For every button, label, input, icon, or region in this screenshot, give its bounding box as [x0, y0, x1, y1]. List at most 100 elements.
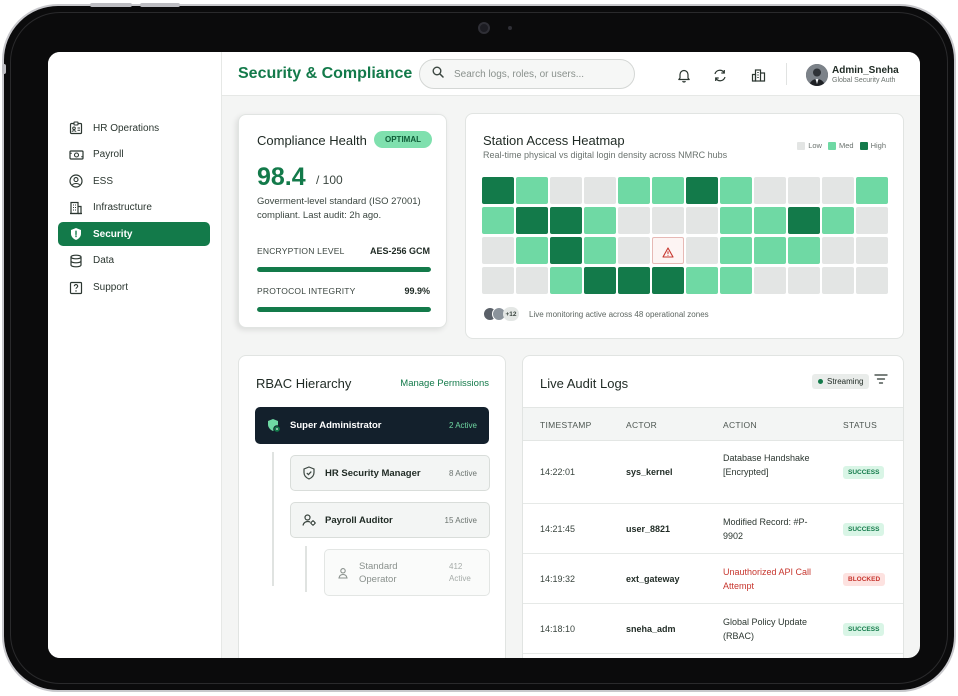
heatmap-cell[interactable]: [482, 267, 514, 294]
heatmap-cell[interactable]: [856, 207, 888, 234]
sidebar-item-security[interactable]: Security: [58, 222, 210, 247]
heatmap-cell[interactable]: [686, 207, 718, 234]
heatmap-cell[interactable]: [516, 267, 548, 294]
log-action: Modified Record: #P-9902: [723, 517, 808, 541]
progress-fill: [257, 267, 431, 272]
heatmap-cell[interactable]: [584, 207, 616, 234]
shield-icon: [68, 226, 84, 242]
heatmap-cell[interactable]: [856, 237, 888, 264]
legend-label: High: [870, 141, 886, 150]
heatmap-cell[interactable]: [754, 207, 786, 234]
role-payroll-auditor[interactable]: Payroll Auditor 15 Active: [290, 502, 490, 538]
table-row[interactable]: 14:18:10 sneha_adm Global Policy Update …: [523, 604, 903, 654]
heatmap-cell[interactable]: [618, 267, 650, 294]
search-input[interactable]: [454, 68, 614, 80]
status-badge: BLOCKED: [843, 573, 886, 586]
buildings-icon[interactable]: [749, 66, 767, 84]
heatmap-cell[interactable]: [754, 267, 786, 294]
top-header: Security & Compliance Admin_Sneha Global…: [222, 52, 920, 96]
role-hr-security-manager[interactable]: HR Security Manager 8 Active: [290, 455, 490, 491]
heatmap-cell[interactable]: [720, 177, 752, 204]
avatar[interactable]: [806, 64, 828, 86]
heatmap-cell[interactable]: [822, 237, 854, 264]
status-badge: SUCCESS: [843, 623, 885, 636]
column-header: ACTION: [723, 420, 757, 430]
heatmap-cell[interactable]: [856, 267, 888, 294]
heatmap-cell[interactable]: [516, 207, 548, 234]
heatmap-cell[interactable]: [482, 237, 514, 264]
sidebar-item-payroll[interactable]: Payroll: [58, 143, 210, 167]
heatmap-alert-cell[interactable]: [652, 237, 684, 264]
rbac-card: RBAC Hierarchy Manage Permissions Super …: [238, 355, 506, 658]
status-badge: SUCCESS: [843, 466, 885, 479]
sidebar-item-ess[interactable]: ESS: [58, 169, 210, 193]
heatmap-cell[interactable]: [550, 237, 582, 264]
role-count: 412 Active: [449, 561, 471, 583]
heatmap-cell[interactable]: [788, 237, 820, 264]
heatmap-cell[interactable]: [720, 237, 752, 264]
heatmap-cell[interactable]: [788, 177, 820, 204]
user-name[interactable]: Admin_Sneha: [832, 65, 899, 76]
heatmap-cell[interactable]: [618, 207, 650, 234]
heatmap-cell[interactable]: [652, 207, 684, 234]
heatmap-cell[interactable]: [720, 207, 752, 234]
heatmap-subtitle: Real-time physical vs digital login dens…: [483, 150, 728, 160]
heatmap-cell[interactable]: [618, 237, 650, 264]
heatmap-cell[interactable]: [584, 267, 616, 294]
user-icon: [335, 565, 351, 581]
heatmap-cell[interactable]: [584, 237, 616, 264]
heatmap-cell[interactable]: [652, 267, 684, 294]
heatmap-cell[interactable]: [822, 267, 854, 294]
heatmap-cell[interactable]: [550, 267, 582, 294]
sidebar-nav: HR Operations Payroll ESS Infrastructure…: [58, 116, 210, 302]
heatmap-cell[interactable]: [550, 207, 582, 234]
heatmap-cell[interactable]: [754, 237, 786, 264]
role-standard-operator[interactable]: Standard Operator 412 Active: [324, 549, 490, 596]
sync-icon[interactable]: [711, 66, 729, 84]
role-super-administrator[interactable]: Super Administrator 2 Active: [255, 407, 489, 444]
heatmap-cell[interactable]: [686, 237, 718, 264]
role-name: Super Administrator: [290, 420, 382, 431]
id-card-icon: [68, 120, 84, 136]
search-bar[interactable]: [419, 59, 635, 89]
heatmap-cell[interactable]: [516, 237, 548, 264]
heatmap-cell[interactable]: [550, 177, 582, 204]
bell-icon[interactable]: [675, 66, 693, 84]
sidebar-item-data[interactable]: Data: [58, 249, 210, 273]
table-row[interactable]: 14:21:45 user_8821 Modified Record: #P-9…: [523, 504, 903, 554]
heatmap-cell[interactable]: [856, 177, 888, 204]
manage-permissions-link[interactable]: Manage Permissions: [400, 378, 489, 389]
heatmap-cell[interactable]: [788, 267, 820, 294]
heatmap-cell[interactable]: [618, 177, 650, 204]
heatmap-cell[interactable]: [754, 177, 786, 204]
sidebar-item-support[interactable]: Support: [58, 276, 210, 300]
heatmap-cell[interactable]: [584, 177, 616, 204]
sidebar-item-label: ESS: [93, 175, 114, 187]
table-row[interactable]: 14:22:01 sys_kernel Database Handshake […: [523, 441, 903, 504]
heatmap-cell[interactable]: [516, 177, 548, 204]
audit-logs-card: Live Audit Logs Streaming TIMESTAMP ACTO…: [522, 355, 904, 658]
sidebar-item-label: Data: [93, 255, 115, 267]
heatmap-cell[interactable]: [686, 177, 718, 204]
hierarchy-line: [272, 452, 274, 586]
sidebar-item-hr-operations[interactable]: HR Operations: [58, 116, 210, 140]
money-icon: [68, 147, 84, 163]
heatmap-grid: [482, 177, 888, 299]
sidebar-item-label: Payroll: [93, 149, 124, 161]
heatmap-cell[interactable]: [720, 267, 752, 294]
table-row[interactable]: 14:19:32 ext_gateway Unauthorized API Ca…: [523, 554, 903, 604]
role-name: Payroll Auditor: [325, 514, 393, 526]
log-actor: user_8821: [626, 524, 671, 534]
heatmap-cell[interactable]: [652, 177, 684, 204]
header-divider: [786, 63, 787, 85]
heatmap-cell[interactable]: [482, 177, 514, 204]
sidebar-item-infrastructure[interactable]: Infrastructure: [58, 196, 210, 220]
log-timestamp: 14:18:10: [540, 624, 576, 634]
filter-icon[interactable]: [874, 372, 888, 384]
progress-fill: [257, 307, 431, 312]
heatmap-cell[interactable]: [822, 207, 854, 234]
heatmap-cell[interactable]: [788, 207, 820, 234]
heatmap-cell[interactable]: [482, 207, 514, 234]
heatmap-cell[interactable]: [822, 177, 854, 204]
heatmap-cell[interactable]: [686, 267, 718, 294]
